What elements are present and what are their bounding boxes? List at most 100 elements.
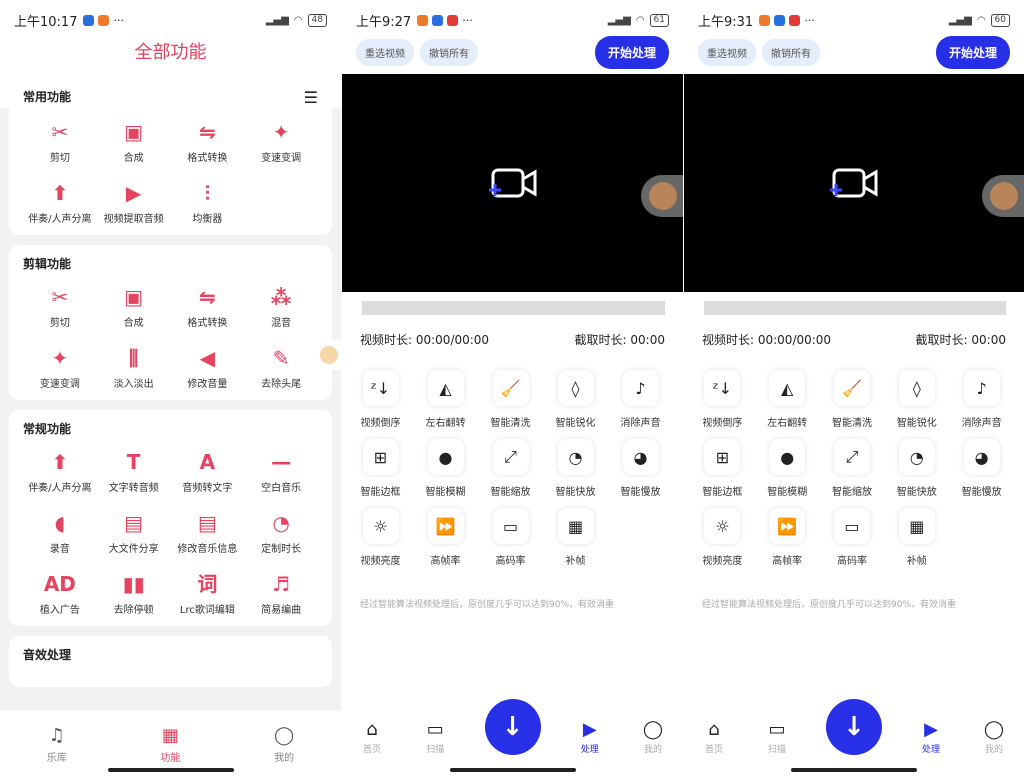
- feature-item[interactable]: ⬆ 伴奏/人声分离: [23, 451, 97, 494]
- feature-item[interactable]: — 空白音乐: [244, 451, 318, 494]
- feature-item[interactable]: ▤ 大文件分享: [97, 512, 171, 555]
- tool-item[interactable]: ● 智能模糊: [413, 439, 478, 498]
- feature-icon: ✂: [51, 120, 69, 144]
- tab-item[interactable]: ⌂ 首页: [356, 719, 388, 755]
- add-video-icon[interactable]: [828, 166, 880, 200]
- tool-item[interactable]: 🧹 智能清洗: [478, 370, 543, 429]
- menu-icon[interactable]: ☰: [304, 88, 318, 107]
- tab-item[interactable]: ▭ 扫描: [419, 719, 451, 755]
- tab-item[interactable]: ♫ 乐库: [47, 725, 67, 764]
- add-video-icon[interactable]: [487, 166, 539, 200]
- feature-item[interactable]: ◔ 定制时长: [244, 512, 318, 555]
- home-indicator: [107, 768, 234, 772]
- feature-icon: A: [199, 450, 216, 474]
- tool-label: 智能缩放: [490, 487, 531, 498]
- tool-item[interactable]: ◭ 左右翻转: [413, 370, 478, 429]
- tool-item[interactable]: ◭ 左右翻转: [755, 370, 820, 429]
- feature-item[interactable]: ✦ 变速变调: [244, 121, 318, 164]
- section-title: 音效处理: [23, 646, 318, 663]
- feature-item[interactable]: ✂ 剪切: [23, 121, 97, 164]
- tab-item[interactable]: ▶ 处理: [915, 719, 947, 755]
- tool-item[interactable]: ♪ 消除声音: [608, 370, 673, 429]
- tab-item[interactable]: ▦ 功能: [160, 725, 180, 764]
- feature-item[interactable]: ✎ 去除头尾: [244, 347, 318, 390]
- tool-item[interactable]: ◕ 智能慢放: [608, 439, 673, 498]
- feature-item[interactable]: ▣ 合成: [97, 121, 171, 164]
- tool-item[interactable]: ᶻ↓ 视频倒序: [348, 370, 413, 429]
- tab-item[interactable]: ◯ 我的: [274, 725, 294, 764]
- tab-item[interactable]: ⌂ 首页: [698, 719, 730, 755]
- feature-icon: ▣: [124, 120, 144, 144]
- tool-item[interactable]: ⏩ 高帧率: [755, 508, 820, 567]
- tool-item[interactable]: ⊞ 智能边框: [690, 439, 755, 498]
- tool-label: 补帧: [565, 556, 586, 567]
- tab-item[interactable]: ◯ 我的: [978, 719, 1010, 755]
- tool-label: 消除声音: [961, 418, 1002, 429]
- undo-all-button[interactable]: 撤销所有: [420, 38, 478, 66]
- tab-label: 处理: [921, 745, 940, 755]
- video-preview[interactable]: [342, 74, 683, 292]
- tool-item[interactable]: 🧹 智能清洗: [820, 370, 885, 429]
- tool-item[interactable]: ▦ 补帧: [884, 508, 949, 567]
- tool-item[interactable]: ☼ 视频亮度: [348, 508, 413, 567]
- start-process-button[interactable]: 开始处理: [594, 35, 669, 69]
- feature-item[interactable]: ◀ 修改音量: [171, 347, 245, 390]
- tool-item[interactable]: ᶻ↓ 视频倒序: [690, 370, 755, 429]
- feature-item[interactable]: ◖ 录音: [23, 512, 97, 555]
- feature-item[interactable]: T 文字转音频: [97, 451, 171, 494]
- feature-item[interactable]: ▶ 视频提取音频: [97, 182, 171, 225]
- tool-item[interactable]: ◔ 智能快放: [543, 439, 608, 498]
- floating-assistant-button[interactable]: [315, 340, 341, 370]
- feature-item[interactable]: ▣ 合成: [97, 286, 171, 329]
- feature-item[interactable]: ⁂ 混音: [244, 286, 318, 329]
- tool-item[interactable]: ⤢ 智能缩放: [820, 439, 885, 498]
- video-preview[interactable]: [684, 74, 1024, 292]
- reselect-video-button[interactable]: 重选视频: [356, 38, 414, 66]
- timeline-track[interactable]: [362, 301, 665, 315]
- tool-item[interactable]: ▭ 高码率: [478, 508, 543, 567]
- tab-label: 乐库: [46, 753, 67, 764]
- tool-item[interactable]: ● 智能模糊: [755, 439, 820, 498]
- feature-item[interactable]: ⇋ 格式转换: [171, 121, 245, 164]
- feature-grid: ⬆ 伴奏/人声分离 T 文字转音频 A 音频转文字 — 空白音乐 ◖ 录音 ▤ 大文件分享 ▤ 修改音乐信…: [23, 451, 318, 616]
- timeline-track[interactable]: [704, 301, 1006, 315]
- tool-icon: ♪: [963, 370, 1000, 406]
- tool-item[interactable]: ☼ 视频亮度: [690, 508, 755, 567]
- feature-item[interactable]: ▮▮ 去除停顿: [97, 573, 171, 616]
- tool-item[interactable]: ⏩ 高帧率: [413, 508, 478, 567]
- feature-item[interactable]: AD 植入广告: [23, 573, 97, 616]
- tool-item[interactable]: ◔ 智能快放: [884, 439, 949, 498]
- download-button[interactable]: ↓: [826, 699, 882, 755]
- tool-item[interactable]: ⊞ 智能边框: [348, 439, 413, 498]
- tool-item[interactable]: ♪ 消除声音: [949, 370, 1014, 429]
- feature-item[interactable]: ⬆ 伴奏/人声分离: [23, 182, 97, 225]
- feature-item[interactable]: 词 Lrc歌词编辑: [171, 573, 245, 616]
- undo-all-button[interactable]: 撤销所有: [762, 38, 820, 66]
- tab-item[interactable]: ◯ 我的: [637, 719, 669, 755]
- feature-item[interactable]: ✂ 剪切: [23, 286, 97, 329]
- feature-item[interactable]: ⫼ 淡入淡出: [97, 347, 171, 390]
- download-button[interactable]: ↓: [484, 699, 541, 755]
- start-process-button[interactable]: 开始处理: [935, 35, 1010, 69]
- notif-icon: [432, 14, 444, 26]
- tool-item[interactable]: ◕ 智能慢放: [949, 439, 1014, 498]
- feature-item[interactable]: A 音频转文字: [171, 451, 245, 494]
- feature-item[interactable]: ✦ 变速变调: [23, 347, 97, 390]
- tool-item[interactable]: ◊ 智能锐化: [884, 370, 949, 429]
- floating-assistant-button[interactable]: [641, 175, 683, 217]
- feature-item[interactable]: ⇋ 格式转换: [171, 286, 245, 329]
- feature-item[interactable]: ▤ 修改音乐信息: [171, 512, 245, 555]
- status-time: 上午9:31: [698, 14, 754, 30]
- tool-item[interactable]: ◊ 智能锐化: [543, 370, 608, 429]
- tool-item[interactable]: ▦ 补帧: [543, 508, 608, 567]
- tab-item[interactable]: ▶ 处理: [574, 719, 606, 755]
- feature-label: 伴奏/人声分离: [28, 483, 92, 494]
- feature-item[interactable]: ⫶ 均衡器: [171, 182, 245, 225]
- tool-item[interactable]: ⤢ 智能缩放: [478, 439, 543, 498]
- tab-item[interactable]: ▭ 扫描: [761, 719, 793, 755]
- feature-item[interactable]: ♬ 简易编曲: [244, 573, 318, 616]
- reselect-video-button[interactable]: 重选视频: [698, 38, 756, 66]
- floating-assistant-button[interactable]: [982, 175, 1024, 217]
- tool-label: 视频亮度: [702, 556, 743, 567]
- tool-item[interactable]: ▭ 高码率: [820, 508, 885, 567]
